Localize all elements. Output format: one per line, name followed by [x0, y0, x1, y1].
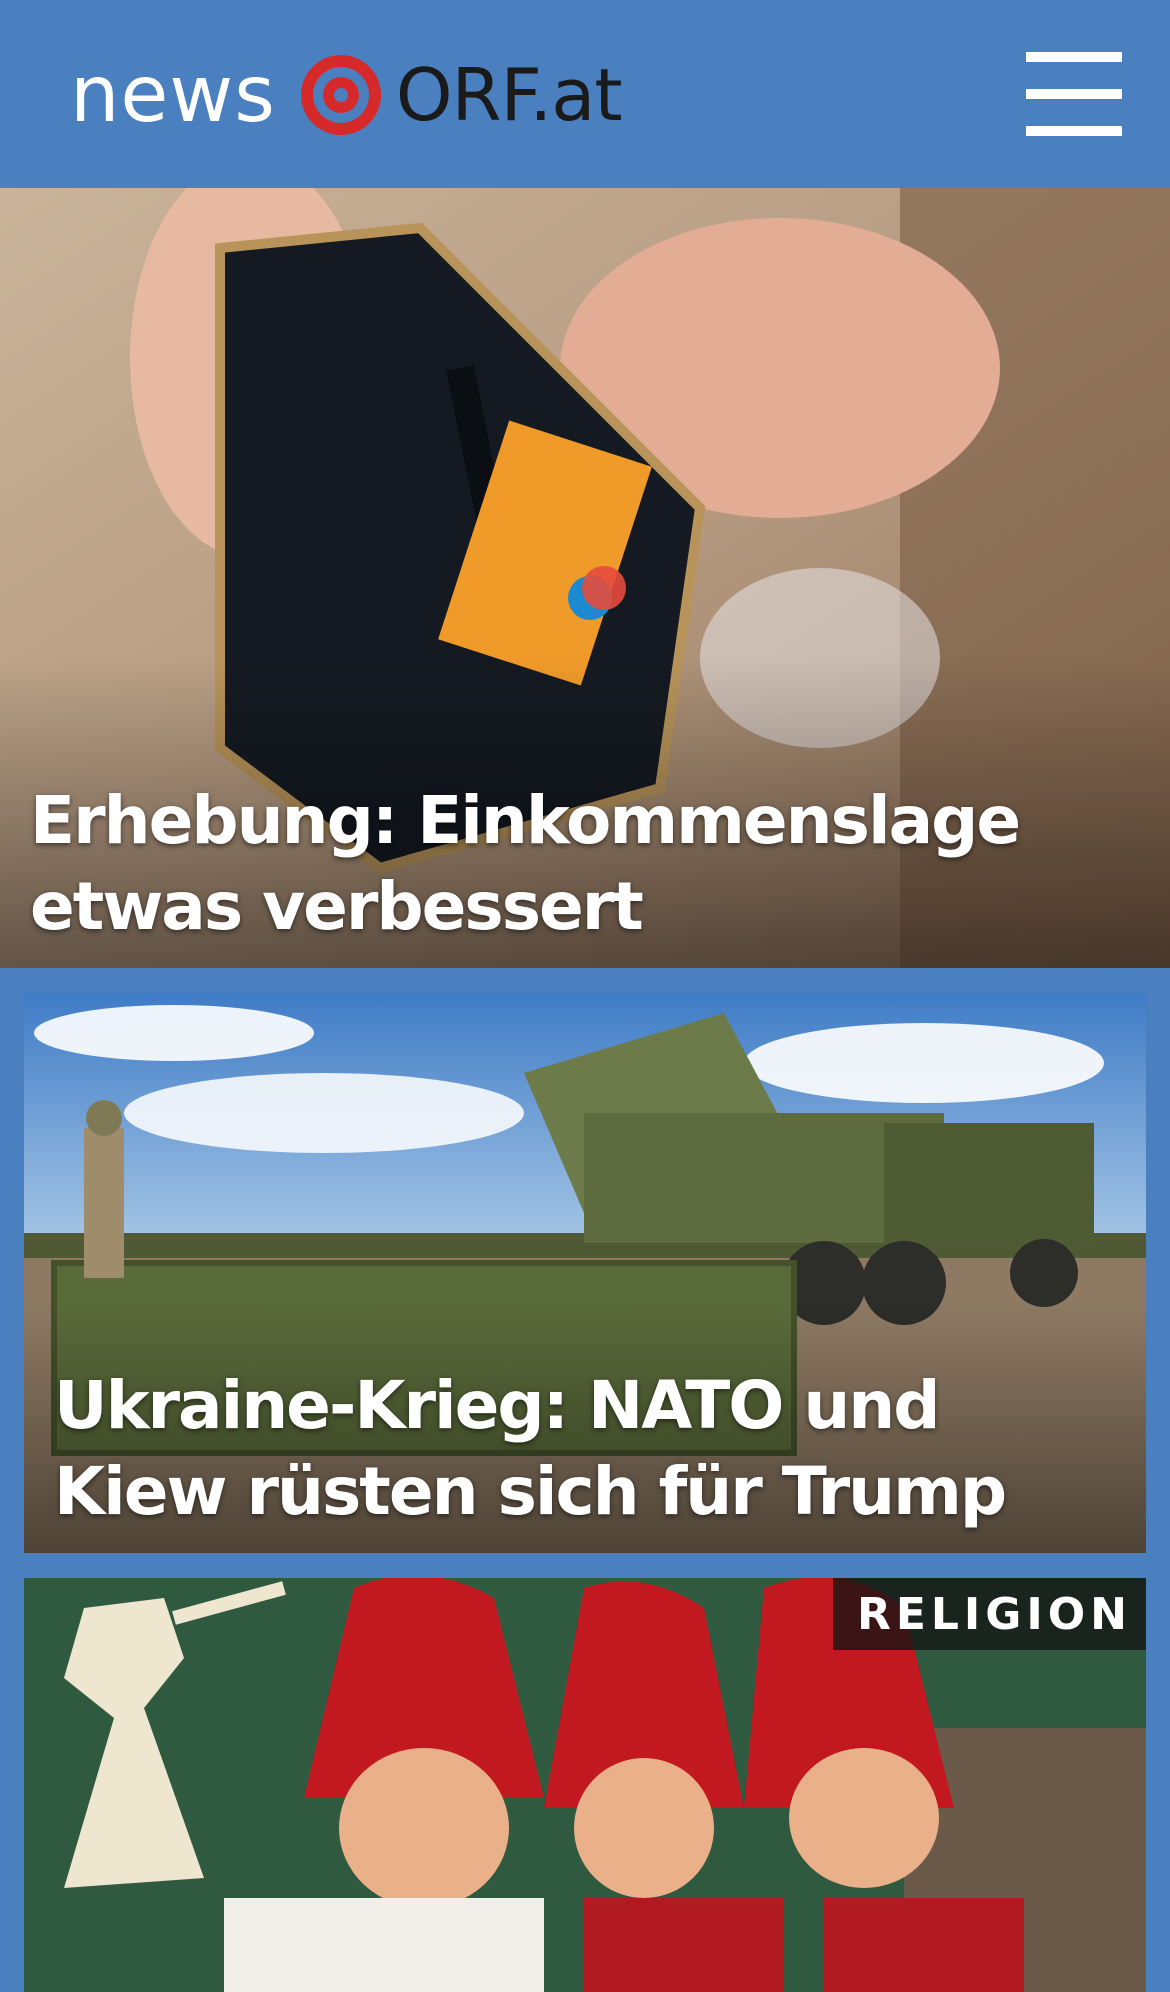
news-orf-logo[interactable]: news ORF.at — [70, 50, 623, 140]
logo-orf-text: ORF.at — [395, 53, 623, 137]
story-card-religion[interactable]: RELIGION — [24, 1578, 1146, 1992]
orf-target-icon — [300, 55, 381, 135]
story-card-ukraine[interactable]: Ukraine-Krieg: NATO und Kiew rüsten sich… — [24, 993, 1146, 1553]
story-headline: Erhebung: Einkommenslage etwas verbesser… — [30, 782, 1021, 945]
story-headline: Ukraine-Krieg: NATO und Kiew rüsten sich… — [54, 1367, 1007, 1530]
app-header: news ORF.at — [0, 0, 1170, 188]
logo-news-text: news — [70, 50, 276, 140]
hamburger-menu-icon[interactable] — [1024, 52, 1124, 136]
category-badge: RELIGION — [832, 1578, 1146, 1650]
story-card-income[interactable]: Erhebung: Einkommenslage etwas verbesser… — [0, 188, 1170, 968]
